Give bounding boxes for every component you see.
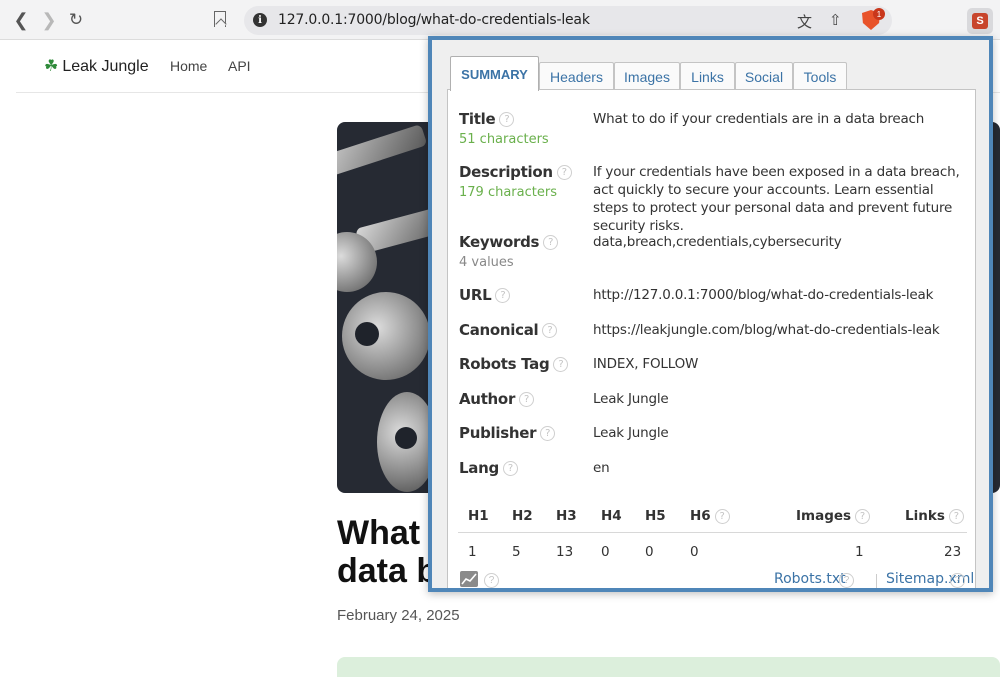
- help-icon[interactable]: ?: [519, 392, 535, 407]
- site-logo-text: Leak Jungle: [62, 58, 149, 75]
- popup-body: SUMMARY Headers Images Links Social Tool…: [432, 40, 989, 588]
- h5-header: H5: [645, 508, 666, 524]
- keywords-count: 4 values: [459, 255, 514, 270]
- h2-count: 5: [512, 544, 521, 560]
- tab-links[interactable]: Links: [680, 62, 735, 90]
- brave-shield-badge: 1: [873, 8, 885, 20]
- translate-icon[interactable]: 文: [797, 11, 812, 32]
- help-icon[interactable]: ?: [950, 573, 965, 588]
- bookmark-icon[interactable]: [214, 11, 226, 27]
- keywords-label: Keywords?: [459, 233, 559, 251]
- footer-separator: [876, 574, 877, 588]
- url-label: URL?: [459, 286, 511, 304]
- help-icon[interactable]: ?: [542, 323, 558, 338]
- h6-header: H6?: [690, 508, 730, 524]
- tab-tools[interactable]: Tools: [793, 62, 847, 90]
- publisher-label: Publisher?: [459, 424, 556, 442]
- site-info-icon[interactable]: i: [253, 13, 267, 27]
- h4-header: H4: [601, 508, 622, 524]
- palm-tree-icon: ☘: [44, 58, 59, 75]
- headings-divider: [458, 532, 967, 533]
- url-value: http://127.0.0.1:7000/blog/what-do-crede…: [593, 287, 934, 303]
- canonical-value: https://leakjungle.com/blog/what-do-cred…: [593, 322, 940, 338]
- h2-header: H2: [512, 508, 533, 524]
- help-icon[interactable]: ?: [499, 112, 515, 127]
- nav-home-link[interactable]: Home: [170, 58, 207, 74]
- seo-extension-button[interactable]: S: [967, 8, 993, 34]
- h5-count: 0: [645, 544, 654, 560]
- author-label: Author?: [459, 390, 535, 408]
- h1-count: 1: [468, 544, 477, 560]
- site-logo[interactable]: ☘ Leak Jungle: [44, 56, 149, 76]
- h3-header: H3: [556, 508, 577, 524]
- canonical-label: Canonical?: [459, 321, 558, 339]
- help-icon[interactable]: ?: [553, 357, 569, 372]
- title-char-count: 51 characters: [459, 132, 549, 147]
- tab-social[interactable]: Social: [735, 62, 793, 90]
- robots-tag-value: INDEX, FOLLOW: [593, 356, 699, 372]
- description-char-count: 179 characters: [459, 185, 557, 200]
- help-icon[interactable]: ?: [839, 573, 854, 588]
- h1-header: H1: [468, 508, 489, 524]
- browser-toolbar: ❮ ❯ ↻ i 127.0.0.1:7000/blog/what-do-cred…: [0, 0, 1000, 40]
- lang-value: en: [593, 460, 610, 476]
- tab-images[interactable]: Images: [614, 62, 680, 90]
- tab-headers[interactable]: Headers: [539, 62, 614, 90]
- chart-icon[interactable]: [460, 571, 478, 587]
- help-icon[interactable]: ?: [540, 426, 556, 441]
- help-icon[interactable]: ?: [484, 573, 499, 588]
- summary-panel: Title? 51 characters What to do if your …: [447, 89, 976, 588]
- article-date: February 24, 2025: [337, 607, 460, 624]
- h6-count: 0: [690, 544, 699, 560]
- reload-icon[interactable]: ↻: [65, 9, 87, 31]
- publisher-value: Leak Jungle: [593, 425, 669, 441]
- url-text[interactable]: 127.0.0.1:7000/blog/what-do-credentials-…: [278, 12, 590, 28]
- address-bar[interactable]: i 127.0.0.1:7000/blog/what-do-credential…: [244, 6, 892, 35]
- links-count: 23: [944, 544, 962, 560]
- key-hole-shape: [355, 322, 379, 346]
- help-icon[interactable]: ?: [543, 235, 559, 250]
- help-icon[interactable]: ?: [855, 508, 871, 524]
- back-icon[interactable]: ❮: [10, 9, 32, 31]
- help-icon[interactable]: ?: [495, 288, 511, 303]
- key-hole-shape: [395, 427, 417, 449]
- nav-api-link[interactable]: API: [228, 58, 251, 74]
- description-value: If your credentials have been exposed in…: [593, 164, 960, 234]
- robots-txt-link[interactable]: Robots.txt: [774, 571, 846, 587]
- images-header: Images?: [796, 508, 871, 524]
- h4-count: 0: [601, 544, 610, 560]
- images-count: 1: [855, 544, 864, 560]
- help-icon[interactable]: ?: [556, 165, 572, 180]
- help-icon[interactable]: ?: [714, 508, 730, 524]
- title-value: What to do if your credentials are in a …: [593, 111, 925, 127]
- title-label: Title?: [459, 110, 515, 128]
- article-notice-box: [337, 657, 1000, 677]
- description-label: Description?: [459, 163, 572, 181]
- keywords-value: data,breach,credentials,cybersecurity: [593, 234, 842, 250]
- author-value: Leak Jungle: [593, 391, 669, 407]
- robots-tag-label: Robots Tag?: [459, 355, 569, 373]
- help-icon[interactable]: ?: [948, 508, 964, 524]
- tab-summary[interactable]: SUMMARY: [450, 56, 539, 91]
- links-header: Links?: [905, 508, 964, 524]
- help-icon[interactable]: ?: [502, 461, 518, 476]
- share-icon[interactable]: ⇧: [829, 11, 842, 29]
- forward-icon[interactable]: ❯: [38, 9, 60, 31]
- h3-count: 13: [556, 544, 574, 560]
- seo-extension-popup: SUMMARY Headers Images Links Social Tool…: [428, 36, 993, 592]
- key-shape: [337, 123, 428, 183]
- lang-label: Lang?: [459, 459, 518, 477]
- seo-extension-icon: S: [972, 13, 988, 29]
